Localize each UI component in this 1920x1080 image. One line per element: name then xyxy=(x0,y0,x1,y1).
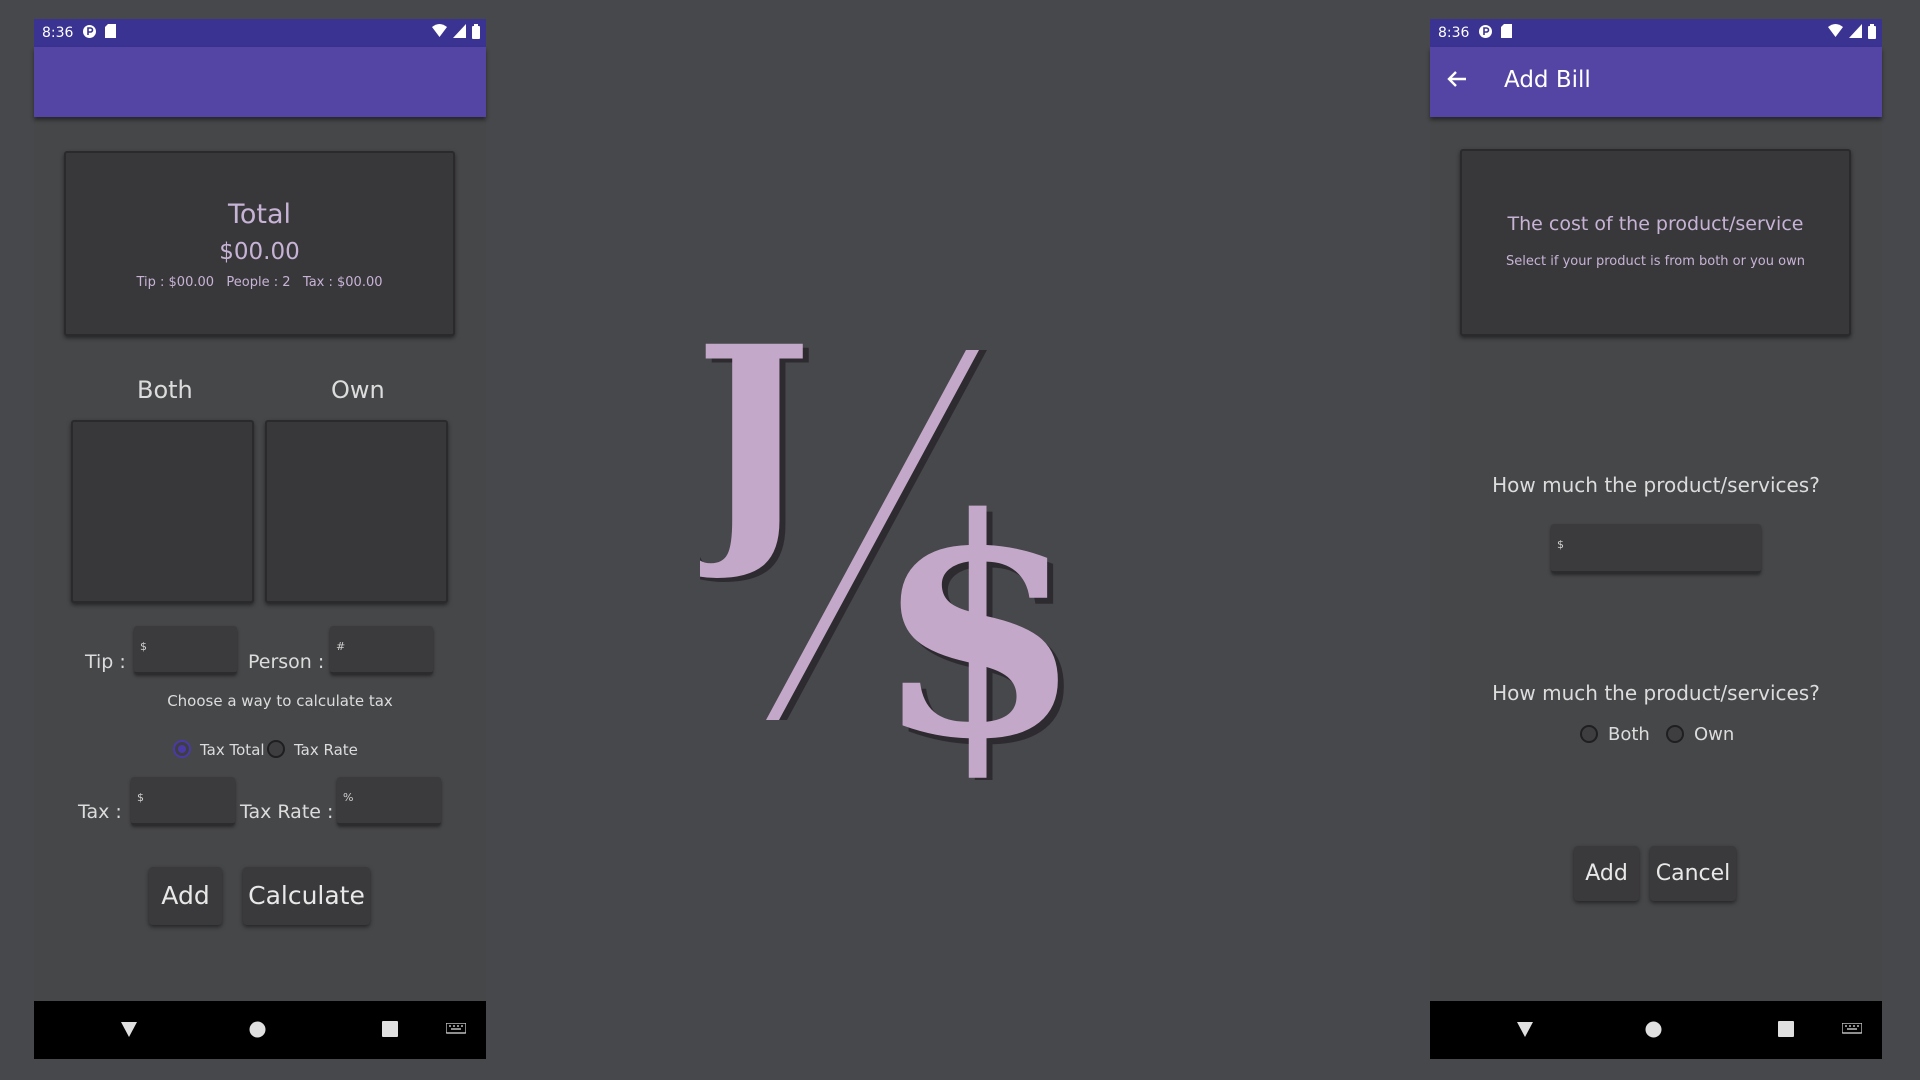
radio-both-label: Both xyxy=(1608,724,1650,745)
radio-tax-rate[interactable] xyxy=(267,740,285,758)
price-input[interactable]: $ xyxy=(1551,524,1761,573)
home-nav-icon[interactable] xyxy=(1645,1020,1662,1038)
sd-card-icon xyxy=(1501,24,1512,38)
both-list[interactable] xyxy=(71,420,254,603)
logo-letter-j-front: J xyxy=(700,320,812,585)
js-logo: J J $ $ xyxy=(700,320,1080,780)
cancel-button[interactable]: Cancel xyxy=(1650,846,1736,901)
back-arrow-icon[interactable] xyxy=(1446,68,1468,90)
status-bar: 8:36 xyxy=(34,19,486,47)
wifi-icon xyxy=(1828,24,1843,37)
status-bar: 8:36 xyxy=(1430,19,1882,47)
radio-tax-total[interactable] xyxy=(173,740,191,758)
tax-input-placeholder: $ xyxy=(137,791,144,804)
both-column-title: Both xyxy=(137,376,193,404)
question-price: How much the product/services? xyxy=(1492,473,1820,497)
total-amount: $00.00 xyxy=(219,239,300,265)
p-icon xyxy=(1479,25,1492,38)
navigation-bar xyxy=(1430,1001,1882,1059)
wifi-icon xyxy=(432,24,447,37)
keyboard-icon[interactable] xyxy=(1842,1023,1862,1036)
add-button[interactable]: Add xyxy=(149,867,222,925)
radio-tax-rate-label: Tax Rate xyxy=(294,741,358,759)
recents-nav-icon[interactable] xyxy=(1778,1020,1795,1038)
person-input[interactable]: # xyxy=(330,626,433,674)
logo-dollar-sign: $ xyxy=(874,452,1080,780)
own-list[interactable] xyxy=(265,420,448,603)
info-card-title: The cost of the product/service xyxy=(1507,213,1804,235)
radio-own-label: Own xyxy=(1694,724,1735,745)
tax-input[interactable]: $ xyxy=(131,777,235,825)
own-column-title: Own xyxy=(331,376,385,404)
calculate-button[interactable]: Calculate xyxy=(243,867,370,925)
total-title: Total xyxy=(227,199,292,230)
battery-icon xyxy=(1868,24,1876,39)
sd-card-icon xyxy=(105,24,116,38)
status-time: 8:36 xyxy=(42,25,74,41)
tip-label: Tip : xyxy=(85,651,126,673)
person-label: Person : xyxy=(248,651,325,673)
tax-rate-input[interactable]: % xyxy=(337,777,441,825)
tip-input[interactable]: $ xyxy=(134,626,237,674)
back-nav-icon[interactable] xyxy=(120,1020,138,1038)
recents-nav-icon[interactable] xyxy=(382,1020,399,1038)
phone-screen-add-bill: 8:36 Add Bill The cost of the product/se… xyxy=(1430,19,1882,1059)
total-card: Total $00.00 Tip : $00.00 People : 2 Tax… xyxy=(64,151,455,336)
question-ownership: How much the product/services? xyxy=(1492,681,1820,705)
info-card: The cost of the product/service Select i… xyxy=(1460,149,1851,336)
signal-icon xyxy=(1849,24,1862,38)
price-input-placeholder: $ xyxy=(1557,538,1564,551)
navigation-bar xyxy=(34,1001,486,1059)
signal-icon xyxy=(453,24,466,38)
info-card-subtitle: Select if your product is from both or y… xyxy=(1506,254,1805,269)
home-nav-icon[interactable] xyxy=(249,1020,266,1038)
keyboard-icon[interactable] xyxy=(446,1023,466,1036)
tax-label: Tax : xyxy=(78,801,122,823)
tax-rate-input-placeholder: % xyxy=(343,791,354,804)
tip-input-placeholder: $ xyxy=(140,640,147,653)
tax-rate-label: Tax Rate : xyxy=(240,801,334,823)
app-bar xyxy=(34,47,486,117)
person-input-placeholder: # xyxy=(336,640,346,653)
radio-own[interactable] xyxy=(1666,725,1684,743)
add-button[interactable]: Add xyxy=(1574,846,1639,901)
battery-icon xyxy=(472,24,480,39)
radio-tax-total-label: Tax Total xyxy=(200,741,265,759)
phone-screen-calculator: 8:36 Total $00.00 Tip : $00.00 People : … xyxy=(34,19,486,1059)
app-bar: Add Bill xyxy=(1430,47,1882,117)
back-nav-icon[interactable] xyxy=(1516,1020,1534,1038)
p-icon xyxy=(83,25,96,38)
app-bar-title: Add Bill xyxy=(1504,67,1591,93)
total-details: Tip : $00.00 People : 2 Tax : $00.00 xyxy=(136,275,383,290)
radio-both[interactable] xyxy=(1580,725,1598,743)
status-time: 8:36 xyxy=(1438,25,1470,41)
choose-tax-text: Choose a way to calculate tax xyxy=(167,692,393,710)
